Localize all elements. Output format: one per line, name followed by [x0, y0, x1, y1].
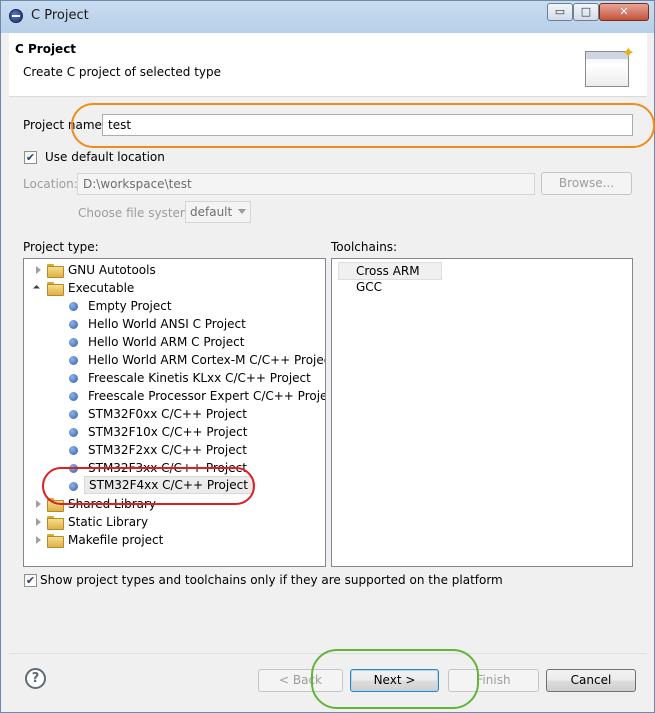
- tree-item-label: Shared Library: [68, 497, 157, 511]
- expand-arrow-icon[interactable]: [36, 536, 41, 544]
- c-project-dialog: C Project ▭ □ ✕ C Project Create C proje…: [0, 0, 655, 713]
- project-name-label: Project name:: [23, 118, 106, 132]
- tree-item-freescale-kinetis[interactable]: Freescale Kinetis KLxx C/C++ Project: [24, 369, 324, 387]
- tree-item-label: Hello World ANSI C Project: [88, 317, 246, 331]
- tree-item-stm32f3xx[interactable]: STM32F3xx C/C++ Project: [24, 459, 324, 477]
- project-name-input[interactable]: test: [102, 114, 633, 136]
- tree-item-hello-world-arm-c[interactable]: Hello World ARM C Project: [24, 333, 324, 351]
- help-icon[interactable]: ?: [25, 668, 46, 689]
- file-system-value: default: [190, 205, 233, 219]
- tree-item-static-library[interactable]: Static Library: [24, 513, 324, 531]
- sparkle-icon: ✦: [621, 43, 635, 62]
- tree-item-executable[interactable]: Executable: [24, 279, 324, 297]
- tree-item-label: STM32F0xx C/C++ Project: [88, 407, 247, 421]
- expand-arrow-icon[interactable]: [36, 266, 41, 274]
- maximize-button[interactable]: □: [573, 3, 599, 21]
- wizard-banner-icon: ✦: [585, 45, 635, 89]
- tree-item-stm32f4xx[interactable]: STM32F4xx C/C++ Project: [24, 476, 324, 495]
- toolchain-item-cross-arm-gcc[interactable]: Cross ARM GCC: [338, 262, 442, 294]
- project-type-label: Project type:: [23, 240, 99, 254]
- expand-arrow-icon[interactable]: [36, 500, 41, 508]
- choose-file-system-label: Choose file system:: [78, 206, 196, 220]
- use-default-location-label: Use default location: [45, 150, 165, 164]
- window-title: C Project: [31, 8, 89, 23]
- tree-item-empty-project[interactable]: Empty Project: [24, 297, 324, 315]
- folder-open-icon: [47, 282, 64, 296]
- folder-icon: [47, 264, 64, 278]
- tree-item-makefile-project[interactable]: Makefile project: [24, 531, 324, 549]
- project-template-icon: [69, 392, 78, 401]
- tree-item-label: STM32F3xx C/C++ Project: [88, 461, 247, 475]
- project-template-icon: [69, 338, 78, 347]
- use-default-location-checkbox[interactable]: ✔: [24, 151, 37, 164]
- header-description: Create C project of selected type: [23, 65, 221, 79]
- show-supported-checkbox[interactable]: ✔: [24, 574, 37, 587]
- project-template-icon: [69, 446, 78, 455]
- tree-item-shared-library[interactable]: Shared Library: [24, 495, 324, 513]
- tree-item-label: Static Library: [68, 515, 149, 529]
- tree-item-stm32f10x[interactable]: STM32F10x C/C++ Project: [24, 423, 324, 441]
- cancel-button[interactable]: Cancel: [546, 669, 636, 692]
- browse-button[interactable]: Browse...: [541, 172, 632, 195]
- folder-icon: [47, 516, 64, 530]
- project-template-icon: [69, 320, 78, 329]
- folder-icon: [47, 498, 64, 512]
- tree-item-label: Executable: [68, 281, 135, 295]
- show-supported-label: Show project types and toolchains only i…: [40, 573, 503, 587]
- eclipse-icon: [9, 9, 23, 23]
- close-button[interactable]: ✕: [599, 3, 649, 21]
- expand-arrow-icon[interactable]: [36, 518, 41, 526]
- project-template-icon: [69, 428, 78, 437]
- tree-item-label: Empty Project: [88, 299, 172, 313]
- footer-separator: [9, 653, 647, 654]
- project-template-icon: [69, 374, 78, 383]
- chevron-down-icon: [238, 209, 246, 214]
- tree-item-stm32f2xx[interactable]: STM32F2xx C/C++ Project: [24, 441, 324, 459]
- collapse-arrow-icon[interactable]: [32, 284, 41, 293]
- tree-item-gnu-autotools[interactable]: GNU Autotools: [24, 261, 324, 279]
- wizard-header: C Project Create C project of selected t…: [9, 33, 647, 97]
- file-system-select[interactable]: default: [185, 201, 251, 223]
- tree-item-label: Freescale Kinetis KLxx C/C++ Project: [88, 371, 311, 385]
- project-template-icon: [69, 464, 78, 473]
- tree-item-freescale-processor-expert[interactable]: Freescale Processor Expert C/C++ Project: [24, 387, 326, 405]
- tree-item-label: Freescale Processor Expert C/C++ Project: [88, 389, 326, 403]
- next-button[interactable]: Next >: [350, 669, 439, 692]
- wizard-body: Project name: test ✔ Use default locatio…: [9, 98, 647, 653]
- project-template-icon: [69, 482, 78, 491]
- toolchains-list[interactable]: Cross ARM GCC: [331, 258, 633, 567]
- project-template-icon: [69, 302, 78, 311]
- project-template-icon: [69, 410, 78, 419]
- tree-item-label: GNU Autotools: [68, 263, 156, 277]
- tree-item-label: STM32F10x C/C++ Project: [88, 425, 248, 439]
- project-template-icon: [69, 356, 78, 365]
- location-label: Location:: [23, 177, 78, 191]
- tree-item-label: Hello World ARM Cortex-M C/C++ Project: [88, 353, 326, 367]
- minimize-button[interactable]: ▭: [547, 3, 573, 21]
- project-type-tree[interactable]: GNU Autotools Executable Empty Project H…: [23, 258, 326, 567]
- location-input[interactable]: D:\workspace\test: [77, 173, 535, 195]
- tree-item-label-selected: STM32F4xx C/C++ Project: [84, 476, 253, 494]
- finish-button[interactable]: Finish: [448, 669, 539, 692]
- back-button[interactable]: < Back: [258, 669, 343, 692]
- tree-item-stm32f0xx[interactable]: STM32F0xx C/C++ Project: [24, 405, 324, 423]
- tree-item-hello-world-arm-cortex-m[interactable]: Hello World ARM Cortex-M C/C++ Project: [24, 351, 326, 369]
- tree-item-label: Makefile project: [68, 533, 164, 547]
- tree-item-label: STM32F2xx C/C++ Project: [88, 443, 247, 457]
- tree-item-hello-world-ansi-c[interactable]: Hello World ANSI C Project: [24, 315, 324, 333]
- tree-item-label: Hello World ARM C Project: [88, 335, 245, 349]
- toolchains-label: Toolchains:: [331, 240, 398, 254]
- title-bar: C Project ▭ □ ✕: [1, 1, 654, 31]
- folder-icon: [47, 534, 64, 548]
- header-title: C Project: [15, 42, 77, 56]
